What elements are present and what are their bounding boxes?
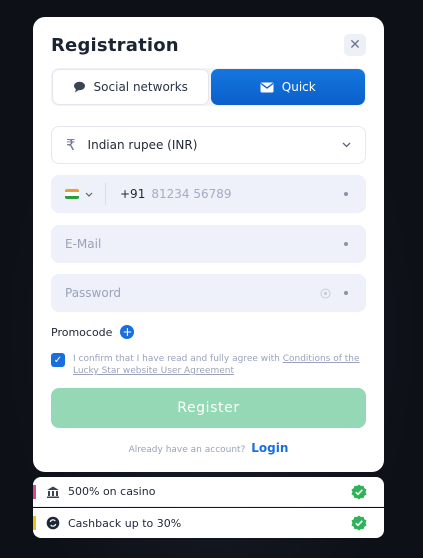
tab-quick[interactable]: Quick — [210, 69, 365, 105]
terms-consent: ✓ I confirm that I have read and fully a… — [51, 353, 366, 377]
phone-input[interactable]: 81234 56789 — [151, 187, 231, 201]
bonus-item-casino: 500% on casino — [33, 477, 384, 507]
email-input[interactable]: E-Mail — [65, 237, 101, 251]
envelope-icon — [260, 82, 274, 92]
consent-text-block: I confirm that I have read and fully agr… — [73, 353, 366, 377]
password-field[interactable]: Password — [51, 274, 366, 312]
status-dot-icon — [344, 242, 348, 246]
password-input[interactable]: Password — [65, 286, 121, 300]
promocode-label: Promocode — [51, 325, 113, 339]
close-button[interactable]: ✕ — [344, 34, 366, 56]
status-dot-icon — [344, 192, 348, 196]
login-link[interactable]: Login — [251, 441, 288, 455]
chat-bubble-icon — [73, 81, 85, 93]
tab-social-networks-label: Social networks — [93, 80, 188, 94]
plus-icon[interactable]: + — [120, 325, 135, 339]
india-flag-icon — [65, 189, 79, 199]
cashback-icon — [46, 516, 60, 530]
registration-method-tabs: Social networks Quick — [51, 68, 366, 106]
phone-country-code: +91 — [120, 187, 146, 201]
registration-modal: Registration ✕ Social networks Quick ₹ I… — [33, 17, 384, 472]
status-dot-icon — [344, 291, 348, 295]
tab-social-networks[interactable]: Social networks — [52, 69, 209, 105]
currency-value: Indian rupee (INR) — [87, 138, 198, 152]
accent-strip — [33, 516, 36, 530]
login-prompt: Already have an account? — [128, 445, 246, 455]
tab-quick-label: Quick — [281, 80, 316, 94]
currency-select[interactable]: ₹ Indian rupee (INR) — [51, 126, 366, 164]
terms-checkbox[interactable]: ✓ — [51, 353, 65, 367]
check-badge-icon — [351, 515, 367, 531]
check-badge-icon — [351, 484, 367, 499]
register-button[interactable]: Register — [51, 388, 366, 428]
modal-title: Registration — [51, 35, 179, 56]
promocode-toggle[interactable]: Promocode + — [51, 325, 135, 339]
country-code-select[interactable] — [65, 183, 106, 205]
close-icon: ✕ — [349, 37, 361, 53]
email-field[interactable]: E-Mail — [51, 225, 366, 263]
bonus-label: 500% on casino — [68, 485, 156, 498]
chevron-down-icon — [85, 192, 93, 197]
login-prompt-row: Already have an account? Login — [33, 441, 384, 455]
bonus-item-cashback: Cashback up to 30% — [33, 508, 384, 538]
phone-field[interactable]: +91 81234 56789 — [51, 175, 366, 213]
chevron-down-icon — [342, 142, 351, 148]
eye-icon[interactable] — [320, 288, 331, 299]
rupee-icon: ₹ — [66, 136, 76, 154]
bonus-label: Cashback up to 30% — [68, 516, 182, 530]
casino-building-icon — [47, 486, 59, 498]
accent-strip — [33, 485, 36, 499]
consent-text: I confirm that I have read and fully agr… — [73, 354, 283, 364]
